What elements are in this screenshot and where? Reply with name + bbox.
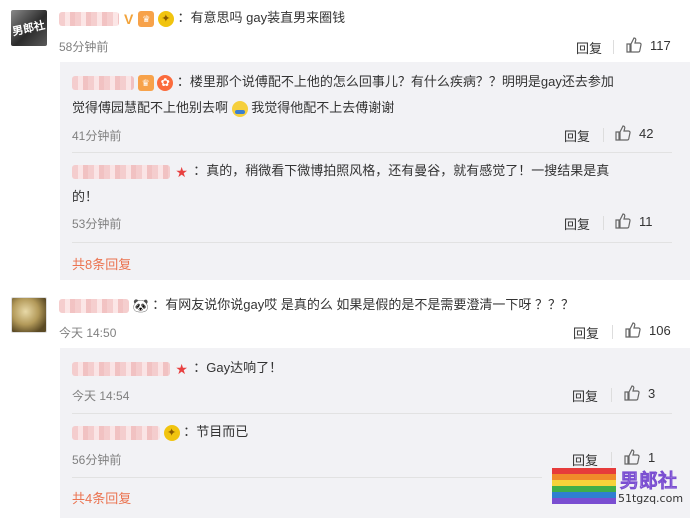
thumbs-up-icon xyxy=(626,37,642,53)
watermark-url: 51tgzq.com xyxy=(618,492,684,505)
panda-badge-icon: 🐼 xyxy=(132,297,149,314)
rainbow-stripe xyxy=(552,498,616,504)
reply-time: 41分钟前 xyxy=(72,129,122,143)
like-button[interactable]: 106 xyxy=(625,322,671,338)
comment-time: 今天 14:50 xyxy=(59,326,117,340)
reply-line: ✦ ：节目而已 xyxy=(72,422,248,442)
comment-text: ：有网友说你说gay哎 是真的么 如果是假的是不是需要澄清一下呀 ？？？ xyxy=(152,297,575,312)
divider xyxy=(612,325,613,339)
divider xyxy=(613,40,614,54)
divider xyxy=(611,452,612,466)
like-count: 11 xyxy=(639,213,653,229)
reply-separator xyxy=(72,413,672,414)
reply-text: ：楼里那个说傅配不上他的怎么回事儿？有什么疾病？？明明是gay还去参加 xyxy=(176,74,614,89)
reply-separator xyxy=(72,477,542,478)
commenter-avatar[interactable]: 男郎社 xyxy=(11,10,47,46)
reply-button[interactable]: 回复 xyxy=(572,386,598,405)
reply-time: 53分钟前 xyxy=(72,217,122,231)
reply-line: ♛ ✿ ：楼里那个说傅配不上他的怎么回事儿？有什么疾病？？明明是gay还去参加 xyxy=(72,72,614,92)
reply-line: ★ ：Gay达响了！ xyxy=(72,358,282,378)
reply-time: 56分钟前 xyxy=(72,453,122,467)
more-replies-link[interactable]: 共4条回复 xyxy=(72,488,131,507)
reply-line-continued: 觉得傅园慧配不上他别去啊 我觉得他配不上去傅谢谢 xyxy=(72,98,394,118)
reply-separator xyxy=(72,152,672,153)
comment-line: V ♛ ✦ ：有意思吗 gay装直男来圈钱 xyxy=(59,8,345,28)
avatar-watermark: 男郎社 xyxy=(11,18,47,39)
username-blurred[interactable] xyxy=(72,75,134,90)
like-button[interactable]: 11 xyxy=(615,213,653,229)
comment-time: 58分钟前 xyxy=(59,40,109,54)
thumbs-up-icon xyxy=(624,385,640,401)
reply-line-continued: 的！ xyxy=(72,189,99,204)
vip-icon: ♛ xyxy=(138,10,155,27)
like-button[interactable]: 42 xyxy=(615,125,653,141)
username-blurred[interactable] xyxy=(72,361,170,376)
more-replies-link[interactable]: 共8条回复 xyxy=(72,254,131,273)
vip-icon: ♛ xyxy=(137,74,154,91)
reply-text: ：Gay达响了！ xyxy=(193,360,283,375)
reply-button[interactable]: 回复 xyxy=(576,38,602,57)
verified-v-icon: V xyxy=(123,10,134,27)
thumbs-up-icon xyxy=(625,322,641,338)
gold-medal-icon: ✦ xyxy=(163,424,180,441)
commenter-avatar[interactable] xyxy=(11,297,47,333)
like-button[interactable]: 117 xyxy=(626,37,671,53)
divider xyxy=(611,388,612,402)
username-blurred[interactable] xyxy=(59,298,129,313)
reply-button[interactable]: 回复 xyxy=(573,323,599,342)
gold-medal-icon: ✦ xyxy=(157,10,174,27)
watermark-brand: 男郎社 xyxy=(620,470,678,493)
like-count: 42 xyxy=(639,125,654,141)
thumbs-up-icon xyxy=(615,213,631,229)
like-count: 117 xyxy=(650,37,671,53)
like-count: 106 xyxy=(649,322,671,338)
fire-badge-icon: ✿ xyxy=(157,74,174,91)
reply-line: ★ ：真的，稍微看下微博拍照风格，还有曼谷，就有感觉了！一搜结果是真 xyxy=(72,161,609,181)
username-blurred[interactable] xyxy=(72,425,160,440)
star-badge-icon: ★ xyxy=(175,360,188,377)
thumbs-up-icon xyxy=(615,125,631,141)
reply-separator xyxy=(72,242,672,243)
thumbs-up-icon xyxy=(624,449,640,465)
reply-text: 觉得傅园慧配不上他别去啊 xyxy=(72,100,229,115)
reply-text: ：节目而已 xyxy=(183,424,249,439)
divider xyxy=(603,216,604,230)
reply-text: ：真的，稍微看下微博拍照风格，还有曼谷，就有感觉了！一搜结果是真 xyxy=(193,163,610,178)
rainbow-flag-icon xyxy=(552,468,616,504)
reply-button[interactable]: 回复 xyxy=(564,214,590,233)
reply-button[interactable]: 回复 xyxy=(564,126,590,145)
star-badge-icon: ★ xyxy=(175,163,188,180)
like-button[interactable]: 1 xyxy=(624,449,655,465)
like-count: 3 xyxy=(648,385,656,401)
reply-text: 我觉得他配不上去傅谢谢 xyxy=(251,100,395,115)
reply-time: 今天 14:54 xyxy=(72,389,130,403)
divider xyxy=(603,128,604,142)
username-blurred[interactable] xyxy=(59,11,119,26)
like-count: 1 xyxy=(648,449,656,465)
comment-line: 🐼 ：有网友说你说gay哎 是真的么 如果是假的是不是需要澄清一下呀 ？？？ xyxy=(59,295,574,315)
emoji-icon xyxy=(231,100,248,117)
username-blurred[interactable] xyxy=(72,164,170,179)
site-watermark: 男郎社 51tgzq.com xyxy=(552,466,690,521)
like-button[interactable]: 3 xyxy=(624,385,655,401)
comment-text: ：有意思吗 gay装直男来圈钱 xyxy=(177,10,346,25)
